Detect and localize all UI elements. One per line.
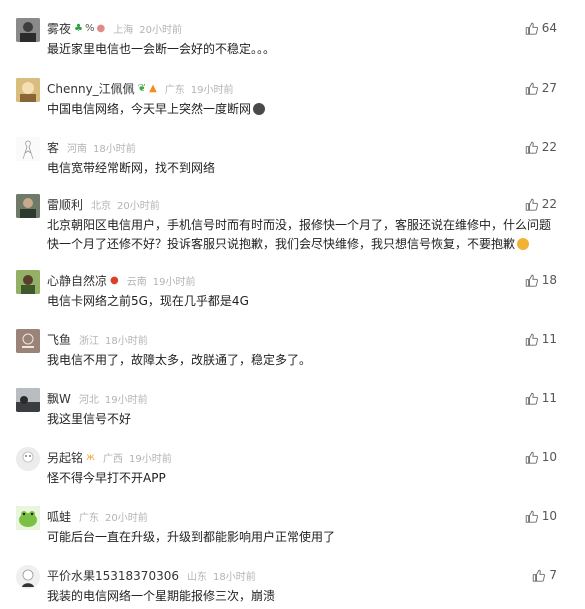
like-button[interactable]: 11 <box>525 389 557 407</box>
timestamp: 20小时前 <box>105 512 148 524</box>
location: 浙江 <box>79 335 100 347</box>
like-count: 11 <box>541 391 557 405</box>
comment-text: 我电信不用了，故障太多，改朕通了，稳定多了。 <box>47 353 312 367</box>
location: 广西 <box>103 453 124 465</box>
like-count: 22 <box>541 140 557 154</box>
username[interactable]: 另起铭 <box>47 449 83 466</box>
thumbs-up-icon <box>525 198 538 211</box>
username[interactable]: 心静自然凉 <box>47 272 107 289</box>
avatar[interactable] <box>16 388 40 412</box>
timestamp: 18小时前 <box>105 335 148 347</box>
leaf-icon: ❦ <box>137 82 147 94</box>
location: 上海 <box>113 24 134 36</box>
username[interactable]: 飞鱼 <box>47 331 71 348</box>
comment-text: 我这里信号不好 <box>47 412 132 426</box>
avatar[interactable] <box>16 137 40 161</box>
thumbs-up-icon <box>525 333 538 346</box>
timestamp: 19小时前 <box>104 394 148 406</box>
location: 北京 <box>91 200 112 212</box>
username[interactable]: 雷顺利 <box>47 196 83 213</box>
timestamp: 18小时前 <box>93 143 136 155</box>
location: 云南 <box>126 276 147 288</box>
comment-text: 可能后台一直在升级，升级到都能影响用户正常使用了 <box>47 530 336 544</box>
like-count: 7 <box>549 568 557 582</box>
timestamp: 19小时前 <box>190 84 234 96</box>
like-button[interactable]: 10 <box>525 448 557 466</box>
like-count: 11 <box>541 332 557 346</box>
thumbs-up-icon <box>525 274 538 287</box>
thumbs-up-icon <box>525 392 538 405</box>
crab-icon: ● <box>110 274 119 286</box>
like-button[interactable]: 22 <box>525 138 557 156</box>
like-count: 22 <box>541 197 557 211</box>
username[interactable]: 呱蛙 <box>47 508 71 525</box>
avatar[interactable] <box>16 78 40 102</box>
like-button[interactable]: 11 <box>525 330 557 348</box>
flame-icon: ▲ <box>149 82 157 94</box>
thumbs-up-icon <box>525 141 538 154</box>
comment-text: 电信宽带经常断网，找不到网络 <box>47 161 216 175</box>
clover-icon: ♣ <box>74 22 83 34</box>
username[interactable]: 雾夜 <box>47 20 71 37</box>
like-count: 18 <box>541 273 557 287</box>
like-button[interactable]: 64 <box>525 19 557 37</box>
like-count: 10 <box>541 509 557 523</box>
comment-text: 最近家里电信也一会断一会好的不稳定。。。 <box>47 42 276 56</box>
avatar[interactable] <box>16 329 40 353</box>
username[interactable]: 客 <box>47 139 59 156</box>
location: 广东 <box>164 84 185 96</box>
thumbs-up-icon <box>533 569 546 582</box>
timestamp: 19小时前 <box>129 453 172 465</box>
avatar[interactable] <box>16 565 40 589</box>
timestamp: 20小时前 <box>139 24 182 36</box>
thumbs-up-icon <box>525 22 538 35</box>
like-count: 10 <box>541 450 557 464</box>
comment-list: 雾夜 ♣ % ● 上海 20小时前 最近家里电信也一会断一会好的不稳定。。。 64… <box>0 0 585 609</box>
avatar[interactable] <box>16 18 40 42</box>
sweat-emoji-icon <box>253 103 266 115</box>
location: 河北 <box>78 394 99 406</box>
timestamp: 19小时前 <box>152 276 196 288</box>
location: 广东 <box>79 512 100 524</box>
thumbs-up-icon <box>525 451 538 464</box>
comment-text: 北京朝阳区电信用户，手机信号时而有时而没，报修快一个月了，客服还说在维修中，什么… <box>47 218 552 251</box>
avatar[interactable] <box>16 506 40 530</box>
location: 河南 <box>67 143 88 155</box>
comment-text: 怪不得今早打不开APP <box>47 471 166 485</box>
pig-icon: ● <box>96 22 106 34</box>
like-button[interactable]: 27 <box>525 79 557 97</box>
thumbs-up-icon <box>525 82 538 95</box>
timestamp: 18小时前 <box>212 571 256 583</box>
butterfly-icon: ж <box>86 451 96 463</box>
like-button[interactable]: 10 <box>525 507 557 525</box>
like-button[interactable]: 18 <box>525 271 557 289</box>
like-count: 64 <box>541 21 557 35</box>
location: 山东 <box>186 571 207 583</box>
username[interactable]: Chenny_江佩佩 <box>47 80 135 97</box>
comment-text: 我装的电信网络一个星期能报修三次，崩溃 <box>47 589 276 603</box>
like-count: 27 <box>541 81 557 95</box>
like-button[interactable]: 22 <box>525 195 557 213</box>
percent-icon: % <box>84 22 95 34</box>
comment-text: 中国电信网络，今天早上突然一度断网 <box>47 100 557 119</box>
avatar[interactable] <box>16 194 40 218</box>
timestamp: 20小时前 <box>117 200 160 212</box>
hug-emoji-icon <box>517 238 530 250</box>
avatar[interactable] <box>16 447 40 471</box>
comment-text: 电信卡网络之前5G，现在几乎都是4G <box>47 294 249 308</box>
username[interactable]: 飘W <box>47 390 71 407</box>
like-button[interactable]: 7 <box>532 566 557 584</box>
avatar[interactable] <box>16 270 40 294</box>
username[interactable]: 平价水果15318370306 <box>47 567 179 584</box>
thumbs-up-icon <box>525 510 538 523</box>
